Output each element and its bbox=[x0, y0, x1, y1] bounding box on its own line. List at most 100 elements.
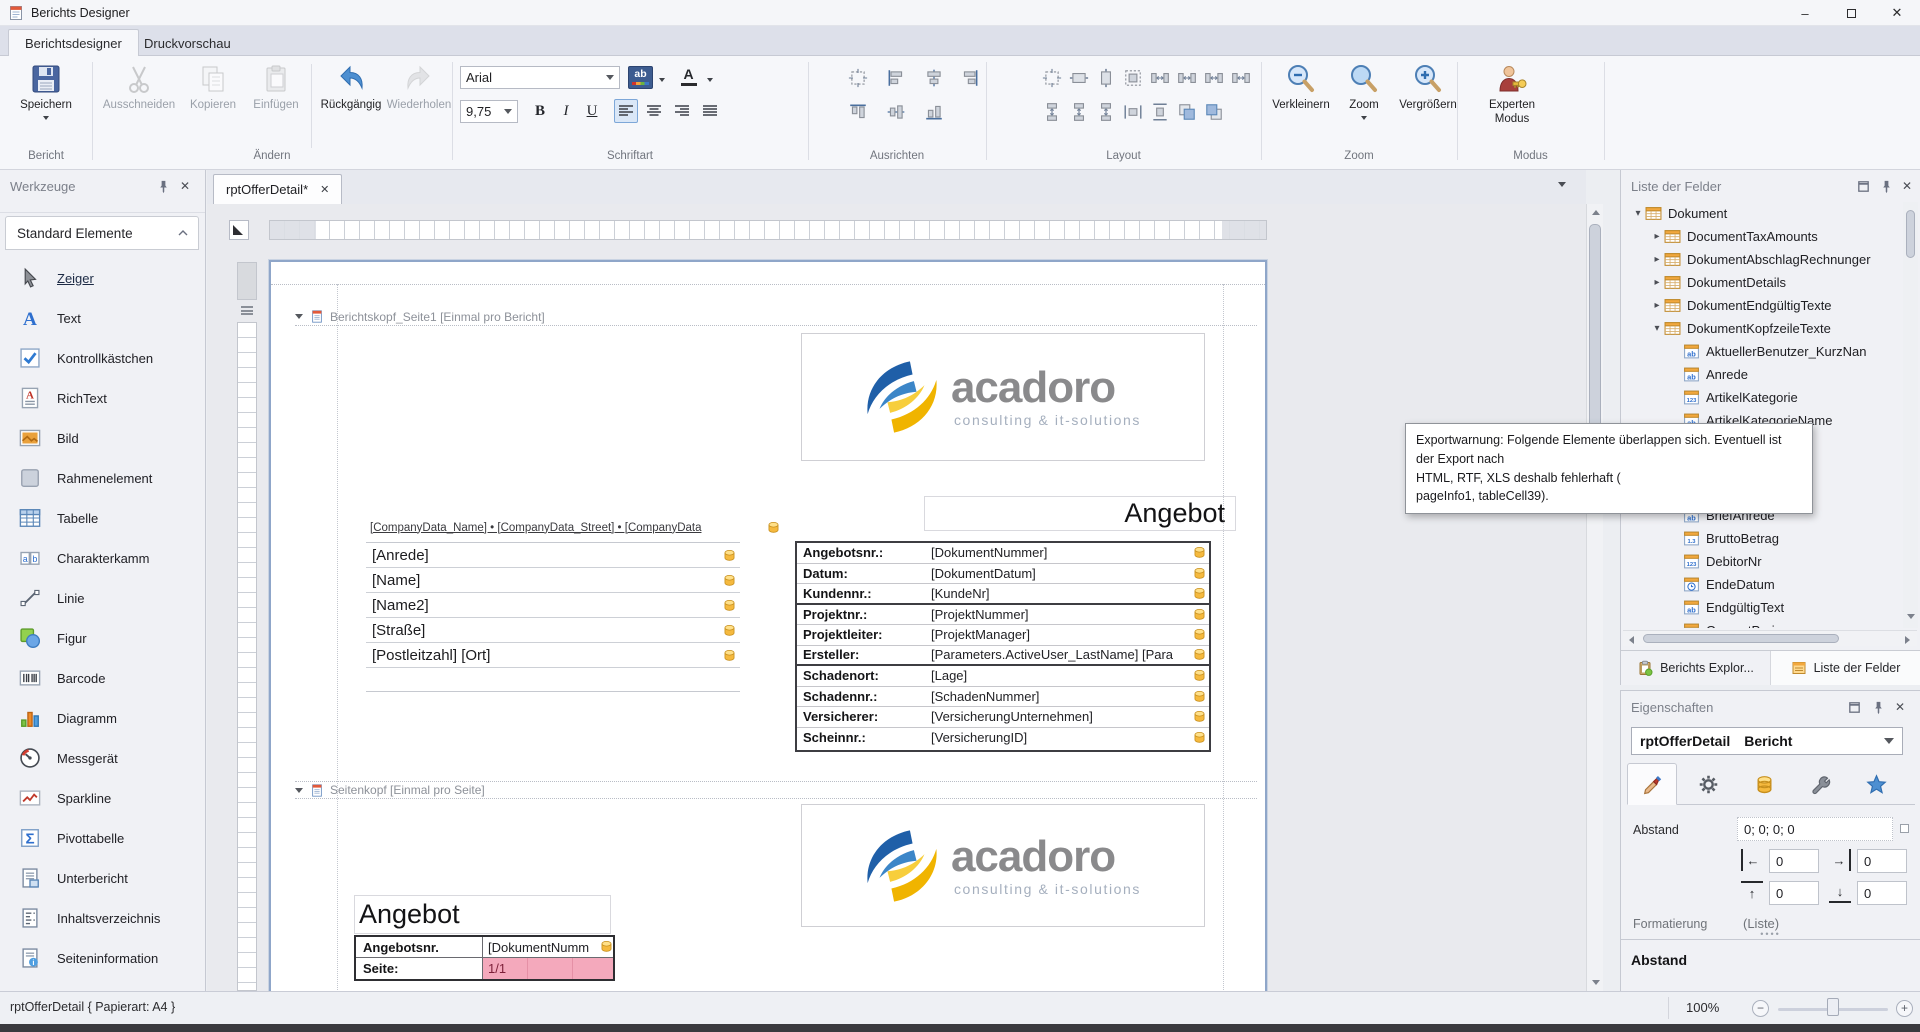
offer-title-label[interactable]: Angebot bbox=[924, 496, 1236, 531]
expand-icon[interactable] bbox=[1900, 824, 1909, 833]
field-tree-item[interactable]: DebitorNr bbox=[1623, 550, 1901, 573]
toolbox-item[interactable]: Barcode bbox=[5, 658, 201, 698]
tab-druckvorschau[interactable]: Druckvorschau bbox=[128, 29, 247, 57]
size-to-grid-button[interactable] bbox=[1040, 66, 1064, 90]
toolbox-item[interactable]: Diagramm bbox=[5, 698, 201, 738]
undo-button[interactable]: Rückgängig bbox=[316, 60, 386, 146]
h-spacing-equal-button[interactable] bbox=[1148, 66, 1172, 90]
send-to-back-button[interactable] bbox=[1202, 100, 1226, 124]
copy-button[interactable]: Kopieren bbox=[182, 60, 244, 146]
address-field-row[interactable]: [Name] bbox=[366, 568, 740, 593]
field-tree-item[interactable]: ▸ DokumentDetails bbox=[1623, 271, 1901, 294]
abstand-value-field[interactable]: 0; 0; 0; 0 bbox=[1737, 817, 1893, 841]
field-tree-item[interactable]: ▸ DokumentEndgültigTexte bbox=[1623, 294, 1901, 317]
tree-horizontal-scrollbar[interactable] bbox=[1623, 630, 1917, 646]
address-field-row[interactable]: [Name2] bbox=[366, 593, 740, 618]
pin-icon[interactable] bbox=[156, 179, 171, 194]
company-logo-2[interactable]: acadoro consulting & it-solutions bbox=[801, 804, 1205, 927]
offer-info-table[interactable]: Angebotsnr.: [DokumentNummer] Datum: [Do… bbox=[795, 541, 1211, 752]
field-tree-item[interactable]: ArtikelKategorie bbox=[1623, 386, 1901, 409]
align-to-grid-button[interactable] bbox=[846, 66, 870, 90]
address-field-row[interactable]: [Postleitzahl] [Ort] bbox=[366, 643, 740, 668]
toolbox-item[interactable]: Seiteninformation bbox=[5, 938, 201, 978]
scroll-left-icon[interactable] bbox=[1625, 633, 1638, 646]
align-tops-button[interactable] bbox=[846, 100, 870, 124]
toolbox-section-standard-elemente[interactable]: Standard Elemente bbox=[5, 216, 199, 250]
scroll-down-icon[interactable] bbox=[1904, 610, 1917, 623]
field-tree-item[interactable]: BruttoBetrag bbox=[1623, 527, 1901, 550]
maximize-button[interactable] bbox=[1828, 0, 1874, 26]
font-name-combo[interactable]: Arial bbox=[460, 66, 620, 89]
field-tree-item[interactable]: EndgültigText bbox=[1623, 596, 1901, 619]
toolbox-item[interactable]: Messgerät bbox=[5, 738, 201, 778]
toolbox-item[interactable]: Charakterkamm bbox=[5, 538, 201, 578]
table-row[interactable]: Seite: 1/1 bbox=[356, 958, 613, 979]
redo-button[interactable]: Wiederholen bbox=[386, 60, 452, 146]
tree-expander-icon[interactable]: ▾ bbox=[1650, 323, 1664, 334]
cut-button[interactable]: Ausschneiden bbox=[98, 60, 180, 146]
toolbox-item[interactable]: Kontrollkästchen bbox=[5, 338, 201, 378]
toolbox-item[interactable]: Linie bbox=[5, 578, 201, 618]
window-position-icon[interactable] bbox=[1847, 700, 1862, 715]
toolbox-item[interactable]: Text bbox=[5, 298, 201, 338]
document-tab-rptofferdetail[interactable]: rptOfferDetail* ✕ bbox=[213, 174, 342, 204]
scroll-up-icon[interactable] bbox=[1589, 206, 1602, 219]
info-table-row[interactable]: Versicherer: [VersicherungUnternehmen] bbox=[797, 707, 1209, 728]
collapse-triangle-icon[interactable] bbox=[295, 788, 303, 793]
tree-expander-icon[interactable]: ▾ bbox=[1631, 208, 1645, 219]
pin-icon[interactable] bbox=[1871, 700, 1886, 715]
chevron-down-icon[interactable] bbox=[1558, 182, 1566, 187]
paste-button[interactable]: Einfügen bbox=[246, 60, 306, 146]
close-button[interactable]: ✕ bbox=[1874, 0, 1920, 26]
info-table-row[interactable]: Datum: [DokumentDatum] bbox=[797, 564, 1209, 585]
align-bottoms-button[interactable] bbox=[922, 100, 946, 124]
toolbox-item[interactable]: RichText bbox=[5, 378, 201, 418]
company-data-line[interactable]: [CompanyData_Name] • [CompanyData_Street… bbox=[370, 521, 780, 534]
same-height-button[interactable] bbox=[1094, 66, 1118, 90]
toolbox-item[interactable]: Unterbericht bbox=[5, 858, 201, 898]
v-spacing-equal-button[interactable] bbox=[1040, 100, 1064, 124]
h-spacing-remove-button[interactable] bbox=[1229, 66, 1253, 90]
tab-design[interactable] bbox=[1795, 763, 1845, 805]
same-width-button[interactable] bbox=[1067, 66, 1091, 90]
toolbox-item[interactable]: Zeiger bbox=[5, 258, 201, 298]
align-middles-button[interactable] bbox=[884, 100, 908, 124]
save-button[interactable]: Speichern bbox=[11, 60, 81, 146]
zoom-button[interactable]: Zoom bbox=[1340, 60, 1388, 146]
scroll-down-icon[interactable] bbox=[1589, 976, 1602, 989]
info-table-row[interactable]: Angebotsnr.: [DokumentNummer] bbox=[797, 543, 1209, 564]
scroll-right-icon[interactable] bbox=[1901, 633, 1914, 646]
padding-left-field[interactable]: 0 bbox=[1769, 849, 1819, 873]
align-text-left-button[interactable] bbox=[614, 99, 638, 123]
report-page[interactable]: Berichtskopf_Seite1 [Einmal pro Bericht]… bbox=[269, 260, 1267, 991]
zoom-out-button[interactable]: − bbox=[1752, 1000, 1769, 1017]
address-field-row[interactable]: [Anrede] bbox=[366, 543, 740, 568]
offer-title-label-2[interactable]: Angebot bbox=[354, 895, 611, 934]
object-selector-combo[interactable]: rptOfferDetail Bericht bbox=[1631, 727, 1903, 755]
tree-expander-icon[interactable]: ▸ bbox=[1650, 231, 1664, 242]
highlight-color-button[interactable]: ab bbox=[628, 66, 653, 89]
tab-berichts-explorer[interactable]: Berichts Explor... bbox=[1621, 651, 1771, 685]
align-text-justify-button[interactable] bbox=[698, 99, 722, 123]
h-spacing-increase-button[interactable] bbox=[1175, 66, 1199, 90]
center-horizontally-button[interactable] bbox=[1121, 100, 1145, 124]
bold-button[interactable]: B bbox=[528, 99, 552, 123]
canvas-vertical-scrollbar[interactable] bbox=[1586, 204, 1603, 991]
info-table-row[interactable]: Projektnr.: [ProjektNummer] bbox=[797, 605, 1209, 626]
tree-vertical-scrollbar[interactable] bbox=[1903, 202, 1918, 628]
field-tree-item[interactable]: ▸ DocumentTaxAmounts bbox=[1623, 225, 1901, 248]
table-row[interactable]: Angebotsnr. [DokumentNumm bbox=[356, 937, 613, 958]
info-table-row[interactable]: Projektleiter: [ProjektManager] bbox=[797, 625, 1209, 646]
band-report-header[interactable]: Berichtskopf_Seite1 [Einmal pro Bericht] bbox=[295, 308, 1257, 326]
v-spacing-increase-button[interactable] bbox=[1067, 100, 1091, 124]
align-centers-button[interactable] bbox=[922, 66, 946, 90]
toolbox-item[interactable]: Sparkline bbox=[5, 778, 201, 818]
info-table-row[interactable]: Ersteller: [Parameters.ActiveUser_LastNa… bbox=[797, 646, 1209, 667]
design-canvas[interactable]: Berichtskopf_Seite1 [Einmal pro Bericht]… bbox=[207, 204, 1586, 991]
toolbox-item[interactable]: Pivottabelle bbox=[5, 818, 201, 858]
close-icon[interactable]: ✕ bbox=[320, 183, 329, 196]
info-table-row[interactable]: Scheinnr.: [VersicherungID] bbox=[797, 728, 1209, 749]
resize-grip[interactable]: •••• bbox=[1621, 929, 1920, 939]
zoom-in-button[interactable]: Vergrößern bbox=[1392, 60, 1464, 146]
zoom-in-button[interactable]: + bbox=[1896, 1000, 1913, 1017]
